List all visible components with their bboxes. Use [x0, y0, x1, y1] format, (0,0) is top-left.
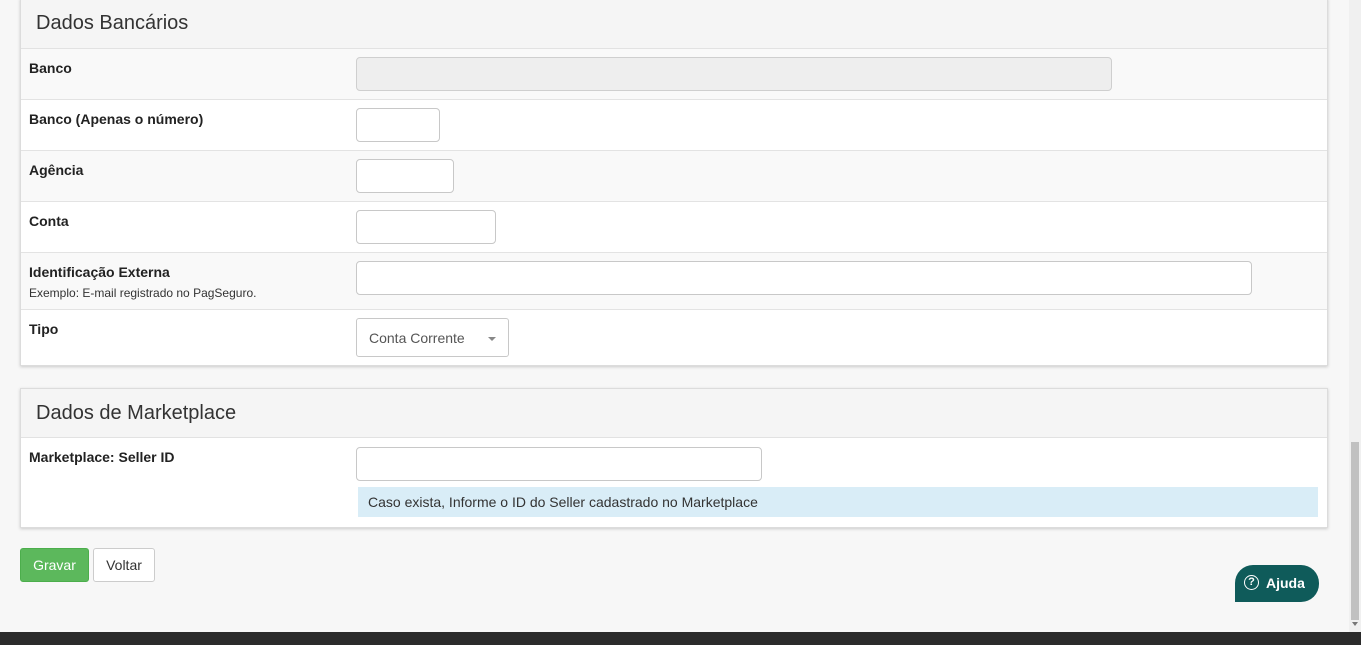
form-row-banco: Banco: [21, 49, 1327, 100]
bank-data-panel: Dados Bancários Banco Banco (Apenas o nú…: [20, 0, 1328, 366]
scrollbar-thumb[interactable]: [1351, 442, 1359, 620]
marketplace-panel-title: Dados de Marketplace: [21, 389, 1327, 438]
form-row-seller-id: Marketplace: Seller ID Caso exista, Info…: [21, 438, 1327, 527]
form-row-identificacao-externa: Identificação Externa Exemplo: E-mail re…: [21, 253, 1327, 310]
seller-id-input[interactable]: [356, 447, 762, 481]
page-scrollbar[interactable]: [1349, 0, 1361, 632]
agencia-input[interactable]: [356, 159, 454, 193]
identificacao-externa-label: Identificação Externa: [29, 264, 170, 280]
banco-input: [356, 57, 1112, 91]
form-row-tipo: Tipo Conta Corrente: [21, 310, 1327, 366]
banco-numero-label: Banco (Apenas o número): [29, 111, 204, 127]
seller-id-label: Marketplace: Seller ID: [29, 449, 175, 465]
banco-label: Banco: [29, 60, 72, 76]
agencia-label: Agência: [29, 162, 84, 178]
marketplace-panel: Dados de Marketplace Marketplace: Seller…: [20, 388, 1328, 528]
identificacao-externa-input[interactable]: [356, 261, 1252, 295]
save-button[interactable]: Gravar: [20, 548, 89, 582]
identificacao-externa-hint: Exemplo: E-mail registrado no PagSeguro.: [29, 286, 257, 300]
back-button[interactable]: Voltar: [93, 548, 155, 582]
footer-bar: [0, 632, 1361, 645]
tipo-label: Tipo: [29, 321, 59, 337]
conta-input[interactable]: [356, 210, 496, 244]
bank-panel-title: Dados Bancários: [21, 0, 1327, 49]
form-row-agencia: Agência: [21, 151, 1327, 202]
tipo-selected-value: Conta Corrente: [369, 330, 465, 346]
form-row-conta: Conta: [21, 202, 1327, 253]
scroll-down-arrow-icon[interactable]: [1352, 622, 1358, 626]
tipo-select[interactable]: Conta Corrente: [356, 318, 509, 357]
question-circle-icon: ?: [1244, 575, 1259, 590]
banco-numero-input[interactable]: [356, 108, 440, 142]
form-row-banco-numero: Banco (Apenas o número): [21, 100, 1327, 151]
seller-id-info: Caso exista, Informe o ID do Seller cada…: [358, 487, 1318, 517]
help-button[interactable]: ? Ajuda: [1235, 565, 1319, 602]
conta-label: Conta: [29, 213, 69, 229]
caret-down-icon: [488, 337, 496, 341]
help-label: Ajuda: [1266, 575, 1305, 591]
